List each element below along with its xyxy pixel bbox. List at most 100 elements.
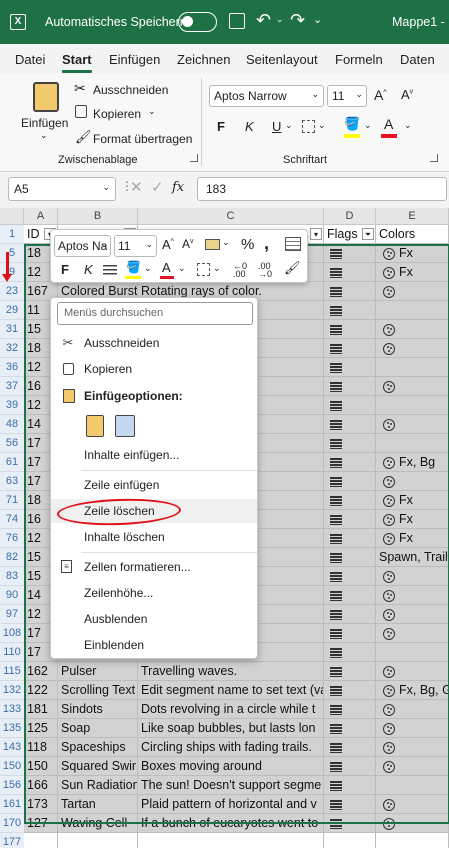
table-cell[interactable]: Like soap bubbles, but lasts lon [138, 719, 324, 738]
row-header[interactable]: 135 [0, 719, 24, 738]
copy-icon[interactable] [75, 105, 87, 118]
paste-button[interactable]: Einfügen [21, 116, 68, 130]
mini-font-color-dropdown-icon[interactable]: ⌄ [178, 263, 186, 274]
table-cell[interactable] [376, 339, 449, 358]
row-header[interactable]: 56 [0, 434, 24, 453]
row-header[interactable]: 110 [0, 643, 24, 662]
table-cell[interactable] [324, 472, 376, 491]
table-cell[interactable] [376, 472, 449, 491]
table-cell[interactable] [324, 434, 376, 453]
thousands-separator-icon[interactable]: , [264, 233, 269, 254]
table-cell[interactable]: Fx [376, 529, 449, 548]
row-header[interactable]: 156 [0, 776, 24, 795]
table-cell[interactable]: The sun! Doesn't support segme [138, 776, 324, 795]
mini-borders-dropdown-icon[interactable]: ⌄ [213, 263, 221, 274]
table-cell[interactable]: 125 [24, 719, 58, 738]
table-cell[interactable] [24, 833, 58, 848]
table-cell[interactable] [324, 263, 376, 282]
column-header-a[interactable]: A [24, 208, 58, 225]
increase-decimal-icon[interactable]: ←0.00 [233, 262, 247, 279]
menu-item-unhide[interactable]: Einblenden [51, 633, 257, 657]
name-box[interactable]: A5 ⌄ [8, 177, 116, 201]
filter-dropdown-icon[interactable]: ▾ [310, 228, 322, 240]
table-cell[interactable] [376, 757, 449, 776]
bold-button[interactable]: F [217, 119, 225, 134]
table-cell[interactable] [324, 282, 376, 301]
table-cell[interactable] [324, 339, 376, 358]
decrease-font-icon[interactable]: Av [401, 87, 413, 102]
percent-icon[interactable]: % [241, 236, 254, 253]
table-cell[interactable] [376, 833, 449, 848]
table-cell[interactable]: 181 [24, 700, 58, 719]
scissors-icon[interactable]: ✂ [74, 80, 86, 97]
clipboard-launcher-icon[interactable] [190, 154, 198, 162]
table-cell[interactable]: Fx, Bg, G [376, 681, 449, 700]
table-cell[interactable] [324, 548, 376, 567]
table-cell[interactable] [324, 624, 376, 643]
table-cell[interactable] [324, 320, 376, 339]
increase-font-icon[interactable]: A^ [374, 87, 387, 103]
table-cell[interactable] [376, 624, 449, 643]
row-header[interactable]: 133 [0, 700, 24, 719]
row-header[interactable]: 1 [0, 225, 24, 244]
mini-fill-icon[interactable]: 🪣 [126, 260, 141, 274]
menu-item-paste-special[interactable]: Inhalte einfügen... [51, 443, 257, 467]
mini-borders-icon[interactable] [197, 263, 210, 276]
row-header[interactable]: 39 [0, 396, 24, 415]
table-cell[interactable]: Edit segment name to set text (va [138, 681, 324, 700]
table-cell[interactable]: 118 [24, 738, 58, 757]
table-cell[interactable] [324, 301, 376, 320]
row-header[interactable]: 32 [0, 339, 24, 358]
column-header-d[interactable]: D [324, 208, 376, 225]
table-cell[interactable] [324, 700, 376, 719]
table-cell[interactable] [324, 415, 376, 434]
row-header[interactable]: 63 [0, 472, 24, 491]
table-cell[interactable] [324, 662, 376, 681]
increase-font-icon[interactable]: A^ [162, 237, 174, 252]
mini-align-icon[interactable] [103, 265, 117, 276]
table-cell[interactable] [376, 795, 449, 814]
table-cell[interactable] [376, 662, 449, 681]
borders-dropdown-icon[interactable]: ⌄ [318, 120, 326, 131]
table-cell[interactable] [324, 377, 376, 396]
table-cell[interactable]: Spawn, Trail [376, 548, 449, 567]
table-cell[interactable]: 150 [24, 757, 58, 776]
column-header-e[interactable]: E [376, 208, 449, 225]
tab-start[interactable]: Start [62, 52, 92, 67]
table-cell[interactable] [376, 415, 449, 434]
paste-dropdown-icon[interactable]: ⌄ [40, 130, 48, 141]
table-cell[interactable] [376, 719, 449, 738]
tab-formeln[interactable]: Formeln [335, 52, 383, 67]
paste-icon[interactable] [33, 82, 59, 112]
save-icon[interactable] [229, 13, 245, 29]
table-cell[interactable]: Sun Radiation [58, 776, 138, 795]
cut-button[interactable]: Ausschneiden [93, 83, 168, 97]
underline-button[interactable]: U [272, 119, 281, 134]
column-header-b[interactable]: B [58, 208, 138, 225]
table-cell[interactable] [324, 643, 376, 662]
row-header[interactable]: 97 [0, 605, 24, 624]
table-cell[interactable] [324, 738, 376, 757]
row-header[interactable]: 61 [0, 453, 24, 472]
table-cell[interactable]: 166 [24, 776, 58, 795]
decrease-decimal-icon[interactable]: .00 →0 [258, 262, 272, 279]
header-cell[interactable]: Colors [376, 225, 449, 244]
table-cell[interactable]: Dots revolving in a circle while t [138, 700, 324, 719]
menu-item-row-height[interactable]: Zeilenhöhe... [51, 581, 257, 605]
row-header[interactable]: 74 [0, 510, 24, 529]
table-cell[interactable] [324, 567, 376, 586]
row-header[interactable]: 177 [0, 833, 24, 848]
table-format-icon[interactable] [285, 237, 301, 251]
row-header[interactable]: 150 [0, 757, 24, 776]
menu-item-hide[interactable]: Ausblenden [51, 607, 257, 631]
fill-color-icon[interactable]: 🪣 [344, 116, 360, 132]
table-cell[interactable] [324, 776, 376, 795]
font-color-dropdown-icon[interactable]: ⌄ [404, 120, 412, 131]
table-cell[interactable] [324, 358, 376, 377]
table-cell[interactable] [376, 396, 449, 415]
table-cell[interactable] [376, 814, 449, 833]
filter-active-icon[interactable]: ⏷ [362, 228, 374, 240]
table-cell[interactable]: Waving Cell [58, 814, 138, 833]
table-cell[interactable] [324, 510, 376, 529]
insert-function-button[interactable]: fx [172, 180, 184, 195]
